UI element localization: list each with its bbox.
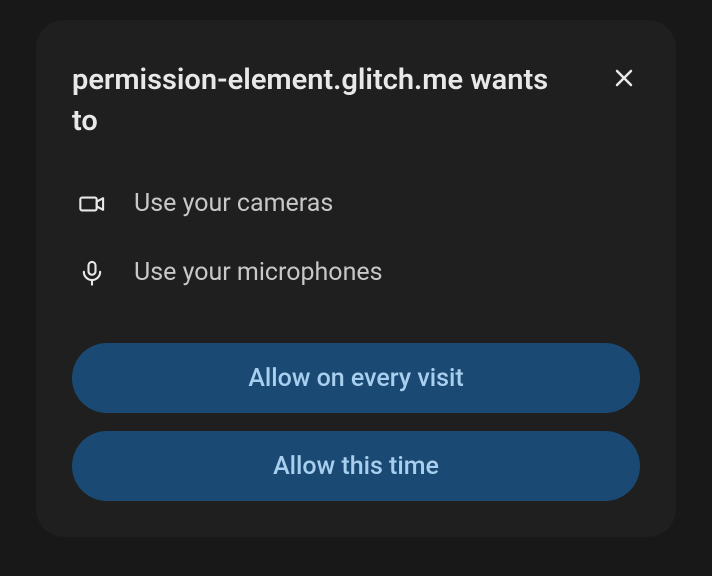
permission-list: Use your cameras Use your microphones: [72, 189, 640, 287]
permission-row: Use your cameras: [78, 189, 640, 218]
dialog-origin: permission-element.glitch.me: [72, 63, 463, 97]
allow-every-visit-button[interactable]: Allow on every visit: [72, 343, 640, 413]
dialog-header: permission-element.glitch.me wants to: [72, 60, 640, 141]
permission-dialog: permission-element.glitch.me wants to Us…: [36, 20, 676, 537]
allow-this-time-button[interactable]: Allow this time: [72, 431, 640, 501]
permission-row: Use your microphones: [78, 258, 640, 287]
close-icon: [612, 66, 636, 93]
microphone-icon: [78, 259, 106, 287]
permission-label: Use your microphones: [134, 258, 383, 287]
camera-icon: [78, 190, 106, 218]
dialog-title: permission-element.glitch.me wants to: [72, 60, 552, 141]
permission-label: Use your cameras: [134, 189, 333, 218]
close-button[interactable]: [608, 62, 640, 97]
button-group: Allow on every visit Allow this time: [72, 343, 640, 501]
